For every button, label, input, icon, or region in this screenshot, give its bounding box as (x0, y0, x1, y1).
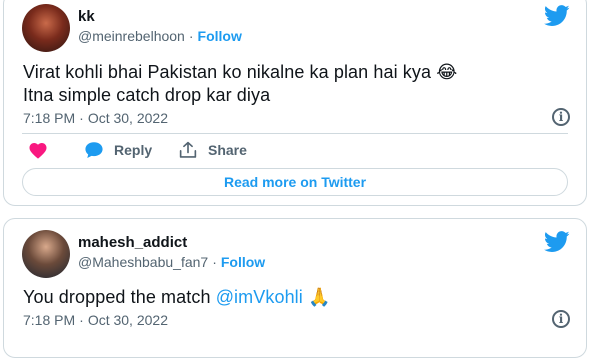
divider (22, 133, 568, 134)
tweet-time: 7:18 PM (23, 312, 76, 328)
avatar[interactable] (22, 4, 70, 52)
tweet-date: Oct 30, 2022 (87, 312, 168, 328)
info-icon[interactable]: i (552, 108, 570, 126)
reply-button[interactable]: Reply (84, 141, 152, 159)
reply-bubble-icon (85, 142, 103, 159)
tweet-timestamp[interactable]: 7:18 PM · Oct 30, 2022 (23, 110, 168, 126)
tweet-text-line1: Virat kohli bhai Pakistan ko nikalne ka … (23, 62, 432, 82)
separator-dot: · (212, 254, 217, 270)
user-handle[interactable]: @meinrebelhoon (78, 28, 185, 44)
separator-dot: · (188, 28, 194, 44)
twitter-bird-icon[interactable] (544, 5, 570, 27)
follow-button[interactable]: Follow (198, 28, 242, 44)
like-button[interactable] (28, 141, 48, 159)
share-button[interactable]: Share (178, 141, 247, 159)
handle-line: @meinrebelhoon · Follow (78, 28, 242, 44)
tweet-text: You dropped the match @imVkohli 🙏 (23, 286, 331, 309)
tweet-card: mahesh_addict @Maheshbabu_fan7 · Follow Yo… (3, 218, 587, 358)
follow-button[interactable]: Follow (221, 254, 265, 270)
tweet-timestamp[interactable]: 7:18 PM · Oct 30, 2022 (23, 312, 168, 328)
info-icon[interactable]: i (552, 310, 570, 328)
share-icon (179, 141, 197, 158)
display-name[interactable]: kk (78, 8, 95, 25)
reply-label: Reply (114, 142, 153, 158)
user-handle[interactable]: @Maheshbabu_fan7 (78, 254, 208, 270)
laughing-emoji: 😂 (436, 62, 458, 83)
tweet-time: 7:18 PM (23, 110, 76, 126)
twitter-bird-icon[interactable] (544, 231, 570, 253)
handle-line: @Maheshbabu_fan7 · Follow (78, 254, 265, 270)
tweet-text: Virat kohli bhai Pakistan ko nikalne ka … (23, 61, 457, 107)
read-more-button[interactable]: Read more on Twitter (22, 168, 568, 196)
tweet-text-body: You dropped the match (23, 287, 211, 307)
mention-link[interactable]: @imVkohli (216, 287, 303, 307)
share-label: Share (208, 142, 247, 158)
tweet-text-line2: Itna simple catch drop kar diya (23, 85, 271, 105)
heart-icon (29, 142, 47, 159)
display-name[interactable]: mahesh_addict (78, 234, 187, 251)
folded-hands-emoji: 🙏 (308, 287, 331, 308)
tweet-date: Oct 30, 2022 (87, 110, 168, 126)
tweet-card: kk @meinrebelhoon · Follow Virat kohli bha… (3, 0, 587, 206)
avatar[interactable] (22, 230, 70, 278)
